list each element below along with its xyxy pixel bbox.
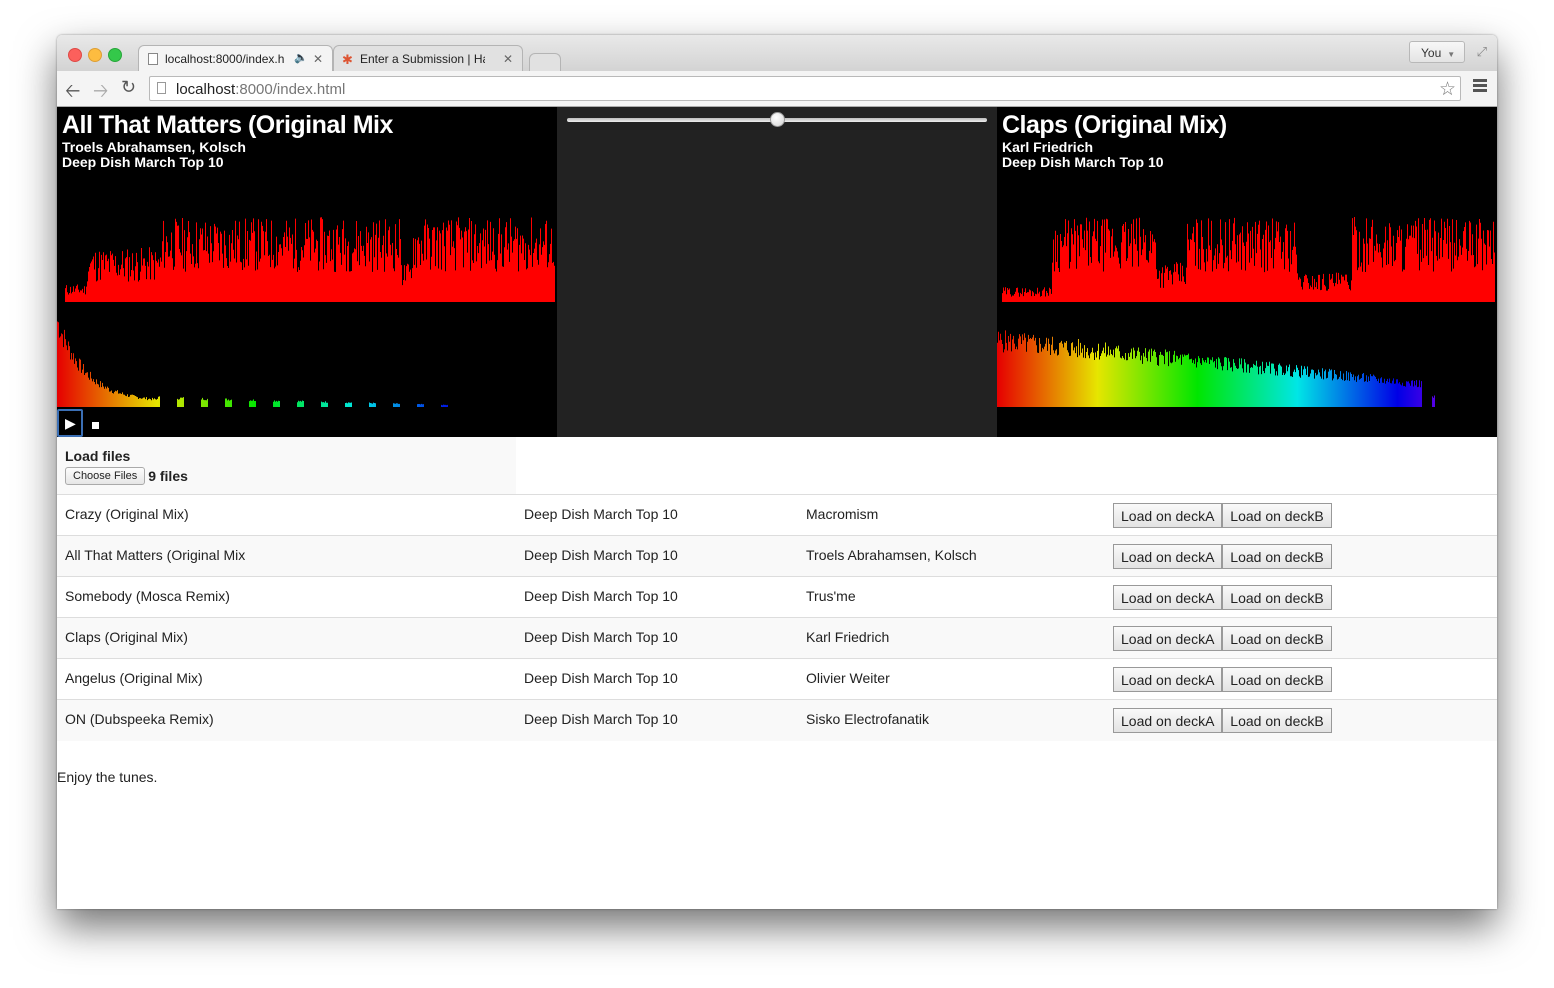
tab-strip: localhost:8000/index.h 🔈 ✕ ✱ Enter a Sub… (57, 35, 1497, 71)
tab-submission[interactable]: ✱ Enter a Submission | Hack ✕ (333, 45, 523, 71)
deck-a: All That Matters (Original Mix Troels Ab… (57, 107, 557, 437)
minimize-window-button[interactable] (88, 48, 102, 62)
load-files-panel: Load files Choose Files 9 files (57, 437, 516, 494)
stop-button[interactable] (92, 422, 99, 429)
load-deck-b-button[interactable]: Load on deckB (1222, 708, 1332, 733)
tab-label: Enter a Submission | Hack (360, 52, 485, 66)
load-deck-b-button[interactable]: Load on deckB (1222, 626, 1332, 651)
track-actions: Load on deckA Load on deckB (1105, 658, 1497, 700)
track-artist: Troels Abrahamsen, Kolsch (798, 535, 1105, 577)
deck-a-title: All That Matters (Original Mix (62, 111, 393, 139)
close-window-button[interactable] (68, 48, 82, 62)
track-row: Angelus (Original Mix) Deep Dish March To… (57, 658, 1497, 700)
zoom-window-button[interactable] (108, 48, 122, 62)
deck-b-spectrum (997, 330, 1435, 407)
mixer-panel (557, 107, 997, 437)
load-deck-a-button[interactable]: Load on deckA (1113, 544, 1223, 569)
address-bar[interactable]: localhost:8000/index.html ☆ (149, 76, 1461, 101)
track-actions: Load on deckA Load on deckB (1105, 576, 1497, 618)
load-deck-a-button[interactable]: Load on deckA (1113, 708, 1223, 733)
profile-button[interactable]: You ▼ (1409, 41, 1465, 63)
url-text[interactable]: localhost:8000/index.html (176, 81, 345, 98)
url-path: :8000/index.html (235, 81, 346, 98)
track-title: Somebody (Mosca Remix) (57, 576, 516, 618)
browser-window: localhost:8000/index.h 🔈 ✕ ✱ Enter a Sub… (57, 35, 1497, 909)
track-title: Claps (Original Mix) (57, 617, 516, 659)
deck-a-artist: Troels Abrahamsen, Kolsch (62, 139, 246, 155)
track-title: All That Matters (Original Mix (57, 535, 516, 577)
page-icon (157, 82, 166, 94)
track-actions: Load on deckA Load on deckB (1105, 699, 1497, 741)
track-actions: Load on deckA Load on deckB (1105, 617, 1497, 659)
footer-text: Enjoy the tunes. (57, 769, 158, 785)
close-icon[interactable]: ✕ (503, 52, 513, 66)
crossfader-thumb[interactable] (770, 112, 785, 127)
track-title: Crazy (Original Mix) (57, 494, 516, 536)
deck-b: Claps (Original Mix) Karl Friedrich Deep… (997, 107, 1497, 437)
load-deck-a-button[interactable]: Load on deckA (1113, 503, 1223, 528)
track-album: Deep Dish March Top 10 (516, 494, 798, 536)
profile-label: You (1421, 46, 1442, 60)
tab-label: localhost:8000/index.h (165, 52, 285, 66)
track-album: Deep Dish March Top 10 (516, 576, 798, 618)
track-artist: Sisko Electrofanatik (798, 699, 1105, 741)
close-icon[interactable]: ✕ (313, 52, 323, 66)
toolbar: 🡠 🡢 ↻ localhost:8000/index.html ☆ (57, 71, 1497, 107)
page-content: All That Matters (Original Mix Troels Ab… (57, 107, 1497, 909)
choose-files-button[interactable]: Choose Files (65, 467, 146, 486)
back-arrow-icon[interactable]: 🡠 (65, 77, 80, 109)
deck-b-artist: Karl Friedrich (1002, 139, 1094, 155)
url-host: localhost (176, 81, 236, 98)
bookmark-star-icon[interactable]: ☆ (1439, 78, 1456, 101)
forward-arrow-icon[interactable]: 🡢 (93, 77, 108, 109)
track-actions: Load on deckA Load on deckB (1105, 535, 1497, 577)
deck-b-album: Deep Dish March Top 10 (1002, 154, 1164, 170)
deck-a-waveform (65, 217, 555, 302)
load-deck-b-button[interactable]: Load on deckB (1222, 544, 1332, 569)
track-artist: Macromism (798, 494, 1105, 536)
load-deck-a-button[interactable]: Load on deckA (1113, 626, 1223, 651)
track-album: Deep Dish March Top 10 (516, 617, 798, 659)
tab-localhost[interactable]: localhost:8000/index.h 🔈 ✕ (138, 45, 333, 71)
load-deck-b-button[interactable]: Load on deckB (1222, 503, 1332, 528)
track-row: Claps (Original Mix) Deep Dish March Top … (57, 617, 1497, 659)
caret-down-icon: ▼ (1447, 50, 1456, 59)
pinwheel-icon: ✱ (342, 52, 353, 67)
track-album: Deep Dish March Top 10 (516, 535, 798, 577)
track-table: Crazy (Original Mix) Deep Dish March Top … (57, 494, 1497, 741)
new-tab-button[interactable] (529, 53, 561, 71)
track-title: ON (Dubspeeka Remix) (57, 699, 516, 741)
load-deck-a-button[interactable]: Load on deckA (1113, 585, 1223, 610)
load-files-title: Load files (65, 448, 131, 464)
speaker-icon: 🔈 (294, 52, 308, 64)
play-button[interactable]: ▶ (57, 409, 83, 437)
track-artist: Karl Friedrich (798, 617, 1105, 659)
track-artist: Olivier Weiter (798, 658, 1105, 700)
reload-icon[interactable]: ↻ (121, 77, 136, 98)
load-deck-b-button[interactable]: Load on deckB (1222, 667, 1332, 692)
track-row: Crazy (Original Mix) Deep Dish March Top … (57, 494, 1497, 536)
track-album: Deep Dish March Top 10 (516, 658, 798, 700)
page-icon (148, 53, 158, 65)
fullscreen-icon[interactable]: ⤢ (1477, 44, 1487, 60)
file-count: 9 files (148, 468, 188, 485)
load-deck-b-button[interactable]: Load on deckB (1222, 585, 1332, 610)
track-artist: Trus'me (798, 576, 1105, 618)
track-title: Angelus (Original Mix) (57, 658, 516, 700)
deck-b-waveform (1002, 217, 1495, 302)
deck-a-album: Deep Dish March Top 10 (62, 154, 224, 170)
track-album: Deep Dish March Top 10 (516, 699, 798, 741)
track-row: All That Matters (Original Mix Deep Dish … (57, 535, 1497, 577)
deck-b-title: Claps (Original Mix) (1002, 111, 1227, 139)
deck-a-spectrum (57, 321, 448, 407)
load-deck-a-button[interactable]: Load on deckA (1113, 667, 1223, 692)
track-row: ON (Dubspeeka Remix) Deep Dish March Top … (57, 699, 1497, 741)
menu-icon[interactable] (1473, 79, 1487, 94)
track-row: Somebody (Mosca Remix) Deep Dish March To… (57, 576, 1497, 618)
track-actions: Load on deckA Load on deckB (1105, 494, 1497, 536)
